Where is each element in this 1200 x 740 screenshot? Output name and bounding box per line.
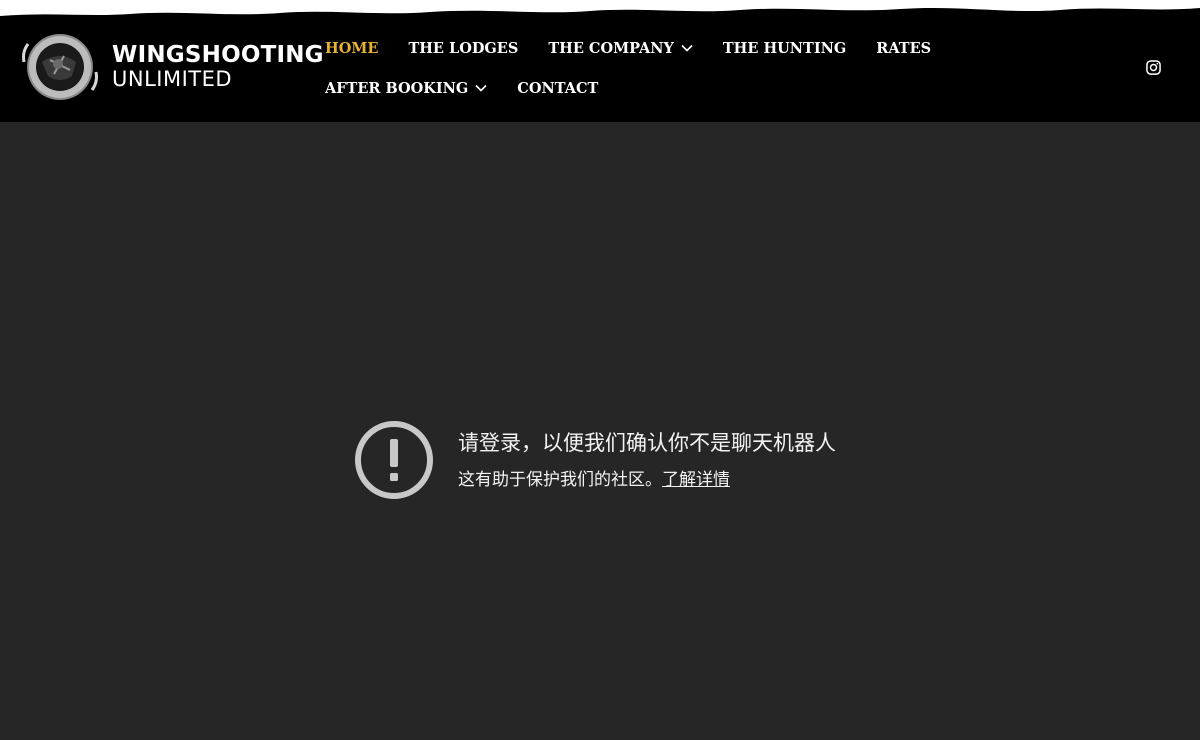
- notice-title: 请登录，以便我们确认你不是聊天机器人: [458, 431, 836, 455]
- nav-item-contact[interactable]: CONTACT: [517, 80, 598, 97]
- nav-label: HOME: [325, 39, 379, 57]
- nav-item-the-hunting[interactable]: THE HUNTING: [723, 40, 846, 57]
- login-notice: 请登录，以便我们确认你不是聊天机器人 这有助于保护我们的社区。了解详情: [353, 419, 873, 503]
- nav-label: RATES: [876, 39, 932, 57]
- chevron-down-icon: [475, 84, 487, 92]
- nav-item-the-lodges[interactable]: THE LODGES: [408, 40, 518, 57]
- nav-label: THE COMPANY: [548, 39, 674, 57]
- nav-row-1: HOME THE LODGES THE COMPANY THE HUNTING …: [325, 34, 1125, 62]
- logo-line-2: UNLIMITED: [112, 67, 233, 91]
- notice-subtitle-text: 这有助于保护我们的社区。: [458, 470, 662, 490]
- nav-row-2: AFTER BOOKING CONTACT: [325, 74, 1125, 102]
- learn-more-link[interactable]: 了解详情: [662, 470, 730, 490]
- nav-item-after-booking[interactable]: AFTER BOOKING: [325, 80, 487, 97]
- logo-badge-icon: [22, 34, 98, 100]
- nav-item-rates[interactable]: RATES: [876, 40, 931, 57]
- nav-item-home[interactable]: HOME: [325, 40, 378, 57]
- nav-label: THE LODGES: [408, 39, 519, 57]
- nav-item-the-company[interactable]: THE COMPANY: [548, 40, 693, 57]
- chevron-down-icon: [681, 44, 693, 52]
- nav-label: AFTER BOOKING: [325, 79, 469, 97]
- nav-label: THE HUNTING: [722, 39, 847, 57]
- logo-text: WINGSHOOTING UNLIMITED: [112, 44, 324, 90]
- instagram-icon[interactable]: [1146, 60, 1161, 75]
- site-logo[interactable]: WINGSHOOTING UNLIMITED: [20, 32, 324, 102]
- logo-line-1: WINGSHOOTING: [112, 42, 324, 68]
- main-navigation: HOME THE LODGES THE COMPANY THE HUNTING …: [325, 34, 1125, 102]
- notice-subtitle: 这有助于保护我们的社区。了解详情: [458, 465, 730, 490]
- nav-label: CONTACT: [517, 79, 599, 97]
- exclamation-circle-icon: [355, 421, 433, 499]
- site-header: WINGSHOOTING UNLIMITED HOME THE LODGES T…: [0, 0, 1200, 122]
- brush-stroke-border: [0, 0, 1200, 16]
